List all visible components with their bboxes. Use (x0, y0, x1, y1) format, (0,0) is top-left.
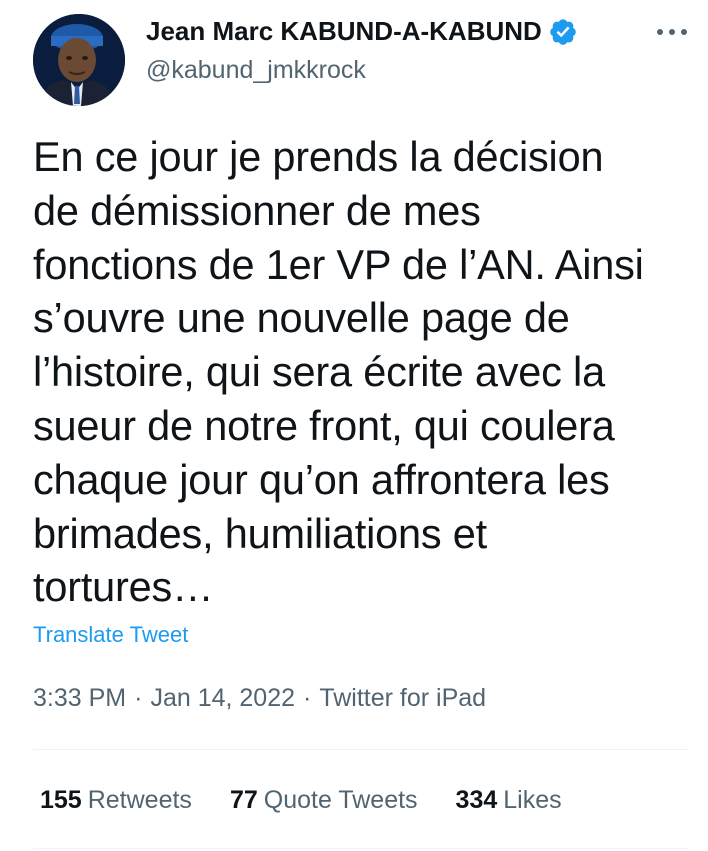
display-name[interactable]: Jean Marc KABUND-A-KABUND (146, 16, 542, 47)
retweets-stat[interactable]: 155 Retweets (40, 786, 192, 815)
verified-badge-icon (550, 18, 576, 45)
tweet-text: En ce jour je prends la décision de démi… (33, 133, 644, 611)
divider (33, 848, 688, 849)
likes-label: Likes (503, 786, 562, 814)
author-name-row[interactable]: Jean Marc KABUND-A-KABUND (146, 16, 578, 47)
avatar[interactable] (33, 14, 125, 106)
quote-tweets-count: 77 (229, 786, 258, 814)
separator: · (303, 684, 312, 712)
retweets-label: Retweets (87, 786, 192, 814)
translate-tweet-link[interactable]: Translate Tweet (33, 622, 188, 648)
tweet-metadata: 3:33 PM · Jan 14, 2022 · Twitter for iPad (33, 684, 486, 713)
author-handle[interactable]: @kabund_jmkkrock (146, 56, 366, 85)
engagement-stats: 155 Retweets 77 Quote Tweets 334 Likes (40, 786, 600, 815)
tweet-time[interactable]: 3:33 PM (33, 684, 126, 712)
quote-tweets-label: Quote Tweets (263, 786, 418, 814)
separator: · (134, 684, 143, 712)
divider (33, 749, 688, 750)
profile-photo (33, 14, 125, 106)
quote-tweets-stat[interactable]: 77 Quote Tweets (230, 786, 418, 815)
likes-count: 334 (455, 786, 498, 814)
more-options-icon[interactable] (652, 22, 692, 42)
likes-stat[interactable]: 334 Likes (456, 786, 562, 815)
tweet-source[interactable]: Twitter for iPad (319, 684, 486, 712)
retweets-count: 155 (40, 786, 82, 814)
tweet-date[interactable]: Jan 14, 2022 (150, 684, 295, 712)
